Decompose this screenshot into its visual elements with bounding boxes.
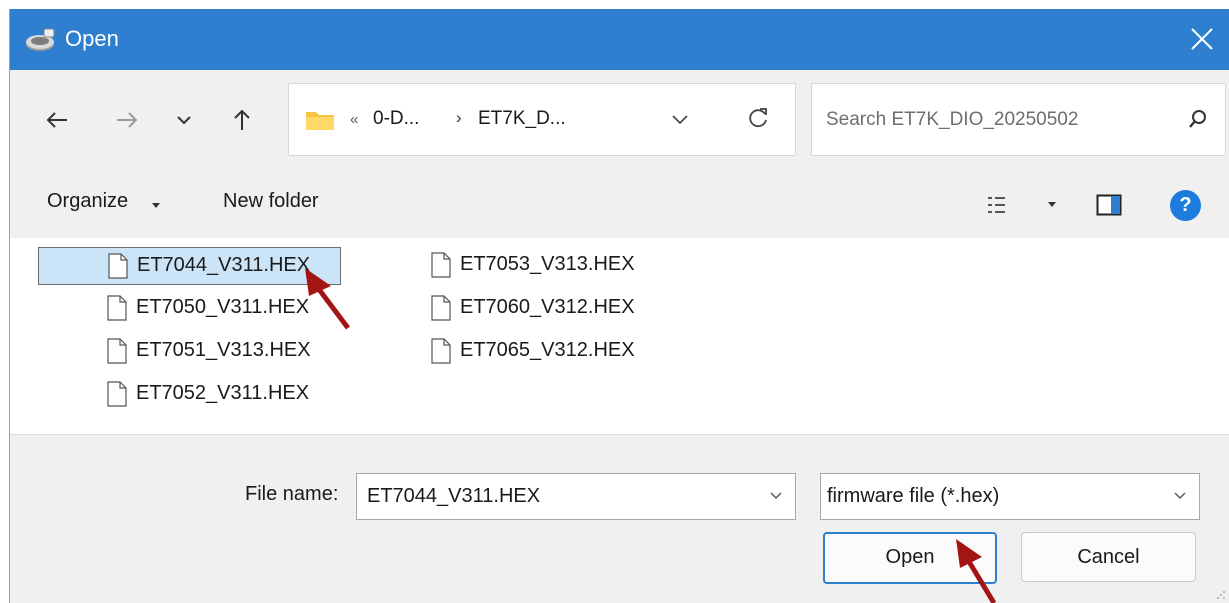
close-button[interactable] bbox=[1182, 19, 1222, 59]
file-name: ET7053_V313.HEX bbox=[460, 253, 635, 275]
chevron-down-icon[interactable] bbox=[1173, 490, 1187, 502]
file-name-label: File name: bbox=[245, 483, 339, 505]
file-name: ET7065_V312.HEX bbox=[460, 339, 635, 361]
chevron-down-icon[interactable] bbox=[769, 490, 783, 502]
file-icon bbox=[107, 381, 127, 407]
change-view-icon[interactable] bbox=[987, 195, 1009, 215]
file-name-combobox[interactable]: ET7044_V311.HEX bbox=[356, 473, 796, 520]
file-icon bbox=[108, 253, 128, 279]
title-bar: Open bbox=[10, 9, 1229, 70]
address-dropdown-icon[interactable] bbox=[669, 108, 691, 130]
address-bar[interactable]: « 0-D... › ET7K_D... bbox=[288, 83, 796, 156]
file-name: ET7060_V312.HEX bbox=[460, 296, 635, 318]
file-name: ET7052_V311.HEX bbox=[136, 382, 310, 404]
file-item[interactable]: ET7044_V311.HEX bbox=[38, 247, 341, 285]
file-item[interactable]: ET7060_V312.HEX bbox=[362, 290, 663, 326]
file-type-value: firmware file (*.hex) bbox=[827, 485, 1000, 507]
file-name: ET7051_V313.HEX bbox=[136, 339, 311, 361]
arrow-right-icon bbox=[117, 112, 138, 128]
file-name: ET7050_V311.HEX bbox=[136, 296, 310, 318]
open-button[interactable]: Open bbox=[823, 532, 997, 584]
view-options-caret-icon[interactable] bbox=[1047, 201, 1057, 209]
help-icon[interactable]: ? bbox=[1170, 190, 1201, 221]
refresh-icon[interactable] bbox=[746, 106, 770, 130]
file-icon bbox=[431, 252, 451, 278]
caret-down-icon bbox=[152, 203, 160, 208]
command-bar: Organize New folder ? bbox=[10, 174, 1229, 238]
forward-button[interactable] bbox=[107, 100, 147, 140]
chevron-down-icon bbox=[177, 116, 191, 125]
search-input[interactable]: Search ET7K_DIO_20250502 bbox=[826, 109, 1078, 131]
preview-pane-icon[interactable] bbox=[1096, 193, 1122, 217]
new-folder-button[interactable]: New folder bbox=[223, 190, 319, 213]
arrow-up-icon bbox=[234, 109, 250, 130]
dialog-footer: File name: ET7044_V311.HEX firmware file… bbox=[10, 434, 1229, 603]
file-icon bbox=[107, 295, 127, 321]
breadcrumb-separator[interactable]: › bbox=[456, 108, 462, 128]
arrow-left-icon bbox=[46, 112, 67, 128]
resize-grip-icon[interactable] bbox=[1216, 590, 1226, 600]
cancel-button[interactable]: Cancel bbox=[1021, 532, 1196, 582]
folder-icon bbox=[306, 112, 334, 130]
organize-menu[interactable]: Organize bbox=[47, 190, 128, 213]
app-icon bbox=[26, 28, 55, 51]
file-type-select[interactable]: firmware file (*.hex) bbox=[820, 473, 1200, 520]
file-name-input[interactable]: ET7044_V311.HEX bbox=[367, 485, 540, 508]
navigation-bar: « 0-D... › ET7K_D... Search ET7K_DIO_202… bbox=[10, 70, 1229, 174]
search-icon[interactable] bbox=[1187, 108, 1209, 130]
dialog-title: Open bbox=[65, 26, 119, 51]
file-icon bbox=[431, 338, 451, 364]
breadcrumb-item[interactable]: ET7K_D... bbox=[478, 108, 566, 130]
file-item[interactable]: ET7051_V313.HEX bbox=[38, 333, 339, 369]
file-item[interactable]: ET7052_V311.HEX bbox=[38, 376, 339, 412]
file-icon bbox=[431, 295, 451, 321]
recent-locations-button[interactable] bbox=[164, 100, 204, 140]
file-list: ET7044_V311.HEX ET7050_V311.HEX ET7051_V… bbox=[10, 238, 1229, 434]
open-file-dialog: Open « 0-D... › ET7K_D... Search ET7K_DI… bbox=[9, 9, 1229, 603]
file-item[interactable]: ET7053_V313.HEX bbox=[362, 247, 663, 283]
close-icon bbox=[1191, 28, 1213, 50]
file-item[interactable]: ET7050_V311.HEX bbox=[38, 290, 339, 326]
search-box[interactable]: Search ET7K_DIO_20250502 bbox=[811, 83, 1226, 156]
file-icon bbox=[107, 338, 127, 364]
file-name: ET7044_V311.HEX bbox=[137, 254, 311, 276]
file-item[interactable]: ET7065_V312.HEX bbox=[362, 333, 663, 369]
up-button[interactable] bbox=[222, 100, 262, 140]
breadcrumb-overflow[interactable]: « bbox=[350, 111, 358, 128]
breadcrumb-item[interactable]: 0-D... bbox=[373, 108, 419, 130]
back-button[interactable] bbox=[37, 100, 77, 140]
